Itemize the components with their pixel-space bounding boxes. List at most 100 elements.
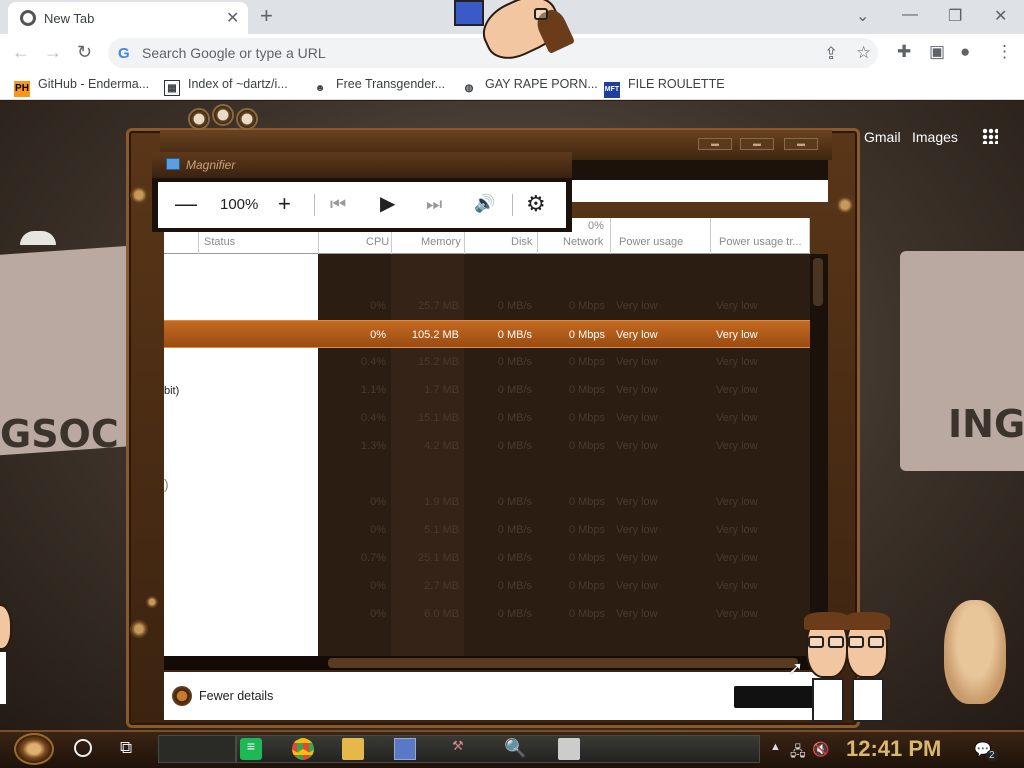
- table-row[interactable]: 0% 5.1 MB 0 MB/s 0 Mbps Very low Very low: [318, 516, 810, 544]
- cortana-icon[interactable]: [74, 739, 92, 757]
- volume-muted-icon[interactable]: 🔇: [812, 741, 829, 758]
- gear-icon: [130, 620, 148, 638]
- file-explorer-icon[interactable]: [342, 738, 364, 760]
- extensions-icon[interactable]: ✚: [897, 42, 911, 62]
- globe-icon: ◍: [464, 83, 474, 94]
- cell-disk: 0 MB/s: [497, 356, 532, 368]
- profile-icon[interactable]: ●: [960, 42, 970, 62]
- cell-network: 0 Mbps: [568, 329, 605, 341]
- bookmark-item[interactable]: ▦ Index of ~dartz/i...: [164, 77, 288, 96]
- spotify-icon[interactable]: ≡: [240, 738, 262, 760]
- table-row-selected[interactable]: 0% 105.2 MB 0 MB/s 0 Mbps Very low Very low: [164, 320, 810, 348]
- tm-maximize-button[interactable]: ▬: [740, 138, 774, 150]
- table-row[interactable]: 0.4% 15.1 MB 0 MB/s 0 Mbps Very low Very low: [318, 404, 810, 432]
- restore-icon[interactable]: ❐: [948, 6, 962, 26]
- sign-left-text: GSOC: [0, 412, 119, 456]
- read-from-here-icon[interactable]: 🔊: [474, 192, 495, 216]
- cell-power: Very low: [616, 580, 658, 592]
- clock[interactable]: 12:41 PM: [846, 736, 941, 762]
- header-power-trend[interactable]: Power usage tr...: [719, 236, 802, 248]
- table-row[interactable]: 0% 6.0 MB 0 MB/s 0 Mbps Very low Very low: [318, 600, 810, 628]
- tab-new-tab[interactable]: New Tab ✕: [8, 2, 248, 34]
- previous-icon[interactable]: ⏮: [330, 192, 346, 216]
- google-apps-icon[interactable]: [982, 128, 998, 144]
- bookmarks-bar: PH GitHub - Enderma... ▦ Index of ~dartz/i…: [0, 72, 1024, 100]
- minimize-icon[interactable]: —: [902, 6, 918, 24]
- chrome-taskbar-icon[interactable]: [292, 738, 314, 760]
- table-row[interactable]: 0.4% 15.2 MB 0 MB/s 0 Mbps Very low Very low: [318, 348, 810, 376]
- cell-memory: 105.2 MB: [411, 329, 459, 341]
- header-cpu[interactable]: CPU: [366, 236, 389, 248]
- taskbar-apps-bar: [236, 735, 760, 763]
- forward-icon[interactable]: →: [44, 42, 62, 63]
- cell-network: 0 Mbps: [568, 356, 605, 368]
- table-row[interactable]: 1.1% 1.7 MB 0 MB/s 0 Mbps Very low Very low: [318, 376, 810, 404]
- table-row[interactable]: 1.3% 4.2 MB 0 MB/s 0 Mbps Very low Very low: [318, 432, 810, 460]
- tm-close-button[interactable]: ▬: [784, 138, 818, 150]
- settings-gear-icon[interactable]: ⚙: [526, 192, 546, 216]
- bookmark-item[interactable]: ◍ GAY RAPE PORN...: [461, 77, 598, 97]
- zoom-in-button[interactable]: +: [278, 192, 291, 216]
- tm-minimize-button[interactable]: ▬: [698, 138, 732, 150]
- show-hidden-icons[interactable]: ▲: [770, 741, 781, 753]
- side-panel-icon[interactable]: ▣: [929, 42, 945, 62]
- cell-power: Very low: [616, 356, 658, 368]
- close-window-icon[interactable]: ✕: [994, 6, 1007, 26]
- images-link[interactable]: Images: [912, 129, 958, 145]
- vertical-scroll-thumb[interactable]: [813, 258, 823, 306]
- start-button[interactable]: [14, 733, 54, 765]
- cell-disk: 0 MB/s: [497, 440, 532, 452]
- cell-disk: 0 MB/s: [497, 329, 532, 341]
- cell-disk: 0 MB/s: [497, 300, 532, 312]
- cell-disk: 0 MB/s: [497, 580, 532, 592]
- next-icon[interactable]: ⏭: [426, 192, 442, 216]
- share-icon[interactable]: ⇪: [824, 44, 838, 64]
- table-row[interactable]: 0.7% 25.1 MB 0 MB/s 0 Mbps Very low Very low: [318, 544, 810, 572]
- bookmark-item[interactable]: MFT FILE ROULETTE: [604, 77, 725, 98]
- zoom-out-button[interactable]: —: [175, 192, 197, 216]
- bookmark-item[interactable]: ☻ Free Transgender...: [312, 77, 445, 97]
- cell-power: Very low: [616, 329, 658, 341]
- magnifier-app-icon: [166, 158, 180, 170]
- cell-memory: 15.2 MB: [418, 356, 459, 368]
- taskbar-tool-icon[interactable]: ⚒: [452, 738, 474, 760]
- header-memory[interactable]: Memory: [421, 236, 461, 248]
- close-tab-icon[interactable]: ✕: [226, 8, 239, 28]
- process-name-column: bit) ): [164, 254, 318, 656]
- magnifier-taskbar-icon[interactable]: 🔍: [504, 738, 526, 760]
- fewer-details-icon[interactable]: [172, 686, 192, 706]
- table-row[interactable]: 0% 25.7 MB 0 MB/s 0 Mbps Very low Very low: [318, 292, 810, 320]
- tab-search-icon[interactable]: ⌄: [856, 6, 869, 26]
- reload-icon[interactable]: ↻: [77, 42, 92, 63]
- header-network[interactable]: Network: [563, 236, 603, 248]
- task-view-icon[interactable]: ⧉: [120, 738, 142, 760]
- cell-power: Very low: [616, 552, 658, 564]
- process-name-snippet: bit): [164, 385, 180, 397]
- horizontal-scroll-thumb[interactable]: [328, 658, 798, 668]
- gmail-link[interactable]: Gmail: [864, 129, 901, 145]
- network-icon[interactable]: 🖧: [790, 741, 806, 765]
- header-power-usage[interactable]: Power usage: [619, 236, 683, 248]
- vertical-scrollbar[interactable]: [810, 254, 828, 656]
- header-disk[interactable]: Disk: [511, 236, 532, 248]
- bookmark-item[interactable]: PH GitHub - Enderma...: [14, 77, 149, 97]
- task-manager-taskbar-icon[interactable]: [558, 738, 580, 760]
- taskbar-search-box[interactable]: [158, 735, 236, 763]
- new-tab-button[interactable]: +: [260, 4, 273, 28]
- cell-memory: 1.9 MB: [424, 496, 459, 508]
- taskbar-app-icon[interactable]: [394, 738, 416, 760]
- bookmark-star-icon[interactable]: ☆: [856, 43, 871, 63]
- chrome-icon: [20, 10, 36, 26]
- fewer-details-button[interactable]: Fewer details: [199, 689, 273, 703]
- table-row[interactable]: 0% 1.9 MB 0 MB/s 0 Mbps Very low Very low: [318, 488, 810, 516]
- menu-icon[interactable]: ⋮: [996, 42, 1013, 62]
- gear-icon: [836, 196, 854, 214]
- cell-memory: 1.7 MB: [424, 384, 459, 396]
- cell-network: 0 Mbps: [568, 300, 605, 312]
- back-icon[interactable]: ←: [12, 42, 30, 63]
- table-row[interactable]: 0% 2.7 MB 0 MB/s 0 Mbps Very low Very low: [318, 572, 810, 600]
- cell-power: Very low: [616, 300, 658, 312]
- play-icon[interactable]: ▶: [380, 192, 395, 216]
- cell-trend: Very low: [716, 496, 758, 508]
- header-status[interactable]: Status: [204, 236, 235, 248]
